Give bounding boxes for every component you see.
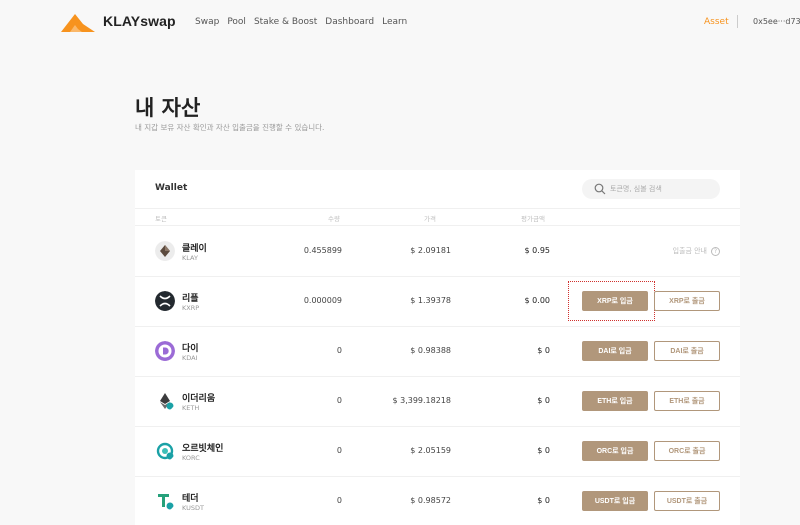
deposit-button-eth[interactable]: ETH로 입금 [582, 391, 648, 411]
token-price: $ 1.39378 [410, 296, 451, 305]
deposit-button-dai[interactable]: DAI로 입금 [582, 341, 648, 361]
deposit-guide-link[interactable]: 입출금 안내 ? [673, 246, 720, 256]
token-name: 클레이 [182, 244, 207, 254]
token-row-eth: 이더리움 KETH 0 $ 3,399.18218 $ 0 ETH로 입금 ET… [135, 376, 740, 426]
nav-stake-boost[interactable]: Stake & Boost [254, 17, 317, 27]
deposit-button-orc[interactable]: ORC로 입금 [582, 441, 648, 461]
token-name: 이더리움 [182, 394, 216, 404]
nav-dashboard[interactable]: Dashboard [325, 17, 374, 27]
page-title: 내 자산 [135, 96, 201, 120]
help-icon[interactable]: ? [711, 246, 720, 256]
token-row-orc: 오르빗체인 KORC 0 $ 2.05159 $ 0 ORC로 입금 ORC로 … [135, 426, 740, 476]
xrp-icon [155, 291, 175, 311]
deposit-button-xrp[interactable]: XRP로 입금 [582, 291, 648, 311]
divider [135, 208, 740, 209]
token-symbol: KLAY [182, 254, 198, 262]
dai-icon [155, 341, 175, 361]
wallet-address[interactable]: 0x5ee···d73c [753, 17, 800, 26]
token-qty: 0 [336, 396, 342, 405]
token-row-usdt: 테더 KUSDT 0 $ 0.98572 $ 0 USDT로 입금 USDT로 … [135, 476, 740, 525]
klay-icon [155, 241, 175, 261]
main-nav: Swap Pool Stake & Boost Dashboard Learn [195, 17, 407, 27]
token-qty: 0 [336, 346, 342, 355]
token-price: $ 0.98388 [410, 346, 451, 355]
token-name: 테더 [182, 494, 199, 504]
wallet-title: Wallet [155, 183, 188, 193]
token-symbol: KUSDT [182, 504, 204, 512]
deposit-button-usdt[interactable]: USDT로 입금 [582, 491, 648, 511]
klayswap-logo-icon[interactable] [61, 12, 95, 32]
col-head-price: 가격 [424, 215, 436, 223]
token-name: 오르빗체인 [182, 444, 224, 454]
search-icon [594, 183, 606, 195]
withdraw-button-dai[interactable]: DAI로 출금 [654, 341, 720, 361]
token-price: $ 2.05159 [410, 446, 451, 455]
token-price: $ 0.98572 [410, 496, 451, 505]
token-qty: 0.455899 [303, 246, 342, 255]
token-value: $ 0.00 [524, 296, 550, 305]
token-qty: 0 [336, 496, 342, 505]
nav-asset[interactable]: Asset [704, 17, 729, 27]
col-head-value: 평가금액 [521, 215, 545, 223]
token-price: $ 3,399.18218 [392, 396, 451, 405]
withdraw-button-orc[interactable]: ORC로 출금 [654, 441, 720, 461]
token-row-dai: 다이 KDAI 0 $ 0.98388 $ 0 DAI로 입금 DAI로 출금 [135, 326, 740, 376]
token-value: $ 0 [537, 346, 550, 355]
token-value: $ 0 [537, 496, 550, 505]
eth-icon [160, 393, 174, 410]
withdraw-button-xrp[interactable]: XRP로 출금 [654, 291, 720, 311]
col-head-token: 토큰 [155, 215, 167, 223]
token-price: $ 2.09181 [410, 246, 451, 255]
withdraw-button-eth[interactable]: ETH로 출금 [654, 391, 720, 411]
orc-icon [156, 442, 174, 460]
token-symbol: KETH [182, 404, 200, 412]
col-head-qty: 수량 [328, 215, 340, 223]
token-value: $ 0.95 [524, 246, 550, 255]
header-divider [737, 15, 738, 28]
token-row-xrp: 리플 KXRP 0.000009 $ 1.39378 $ 0.00 XRP로 입… [135, 276, 740, 326]
token-search[interactable] [582, 179, 720, 199]
token-name: 다이 [182, 344, 199, 354]
top-header: KLAYswap Swap Pool Stake & Boost Dashboa… [0, 0, 800, 46]
token-qty: 0 [336, 446, 342, 455]
token-symbol: KDAI [182, 354, 198, 362]
nav-pool[interactable]: Pool [227, 17, 246, 27]
logo-text[interactable]: KLAYswap [103, 13, 176, 29]
token-symbol: KXRP [182, 304, 200, 312]
nav-swap[interactable]: Swap [195, 17, 219, 27]
token-qty: 0.000009 [303, 296, 342, 305]
wallet-card: Wallet 토큰 수량 가격 평가금액 클레이 KLAY 0.455899 $… [135, 170, 740, 525]
usdt-icon [158, 494, 174, 510]
token-value: $ 0 [537, 396, 550, 405]
search-input[interactable] [610, 182, 715, 196]
guide-label: 입출금 안내 [672, 247, 707, 255]
withdraw-button-usdt[interactable]: USDT로 출금 [654, 491, 720, 511]
page-subtitle: 내 지갑 보유 자산 확인과 자산 입출금을 진행할 수 있습니다. [135, 123, 325, 132]
token-row-klay: 클레이 KLAY 0.455899 $ 2.09181 $ 0.95 입출금 안… [135, 226, 740, 276]
token-symbol: KORC [182, 454, 200, 462]
nav-learn[interactable]: Learn [382, 17, 407, 27]
token-value: $ 0 [537, 446, 550, 455]
token-name: 리플 [182, 294, 199, 304]
